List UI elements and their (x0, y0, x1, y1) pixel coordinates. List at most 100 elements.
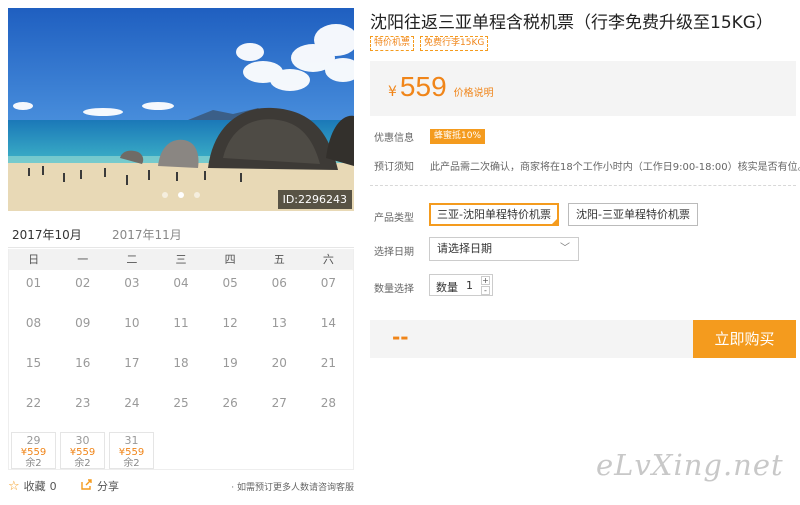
tab-month-oct[interactable]: 2017年10月 (8, 226, 86, 253)
notice-text: 此产品需二次确认，商家将在18个工作小时内（工作日9:00-18:00）核实是否… (430, 162, 800, 173)
calendar-day: 11 (173, 316, 189, 330)
price-explain-link[interactable]: 价格说明 (454, 84, 494, 99)
quantity-label: 数量选择 (374, 284, 414, 295)
calendar-day: 04 (173, 276, 189, 290)
calendar-day: 26 (222, 396, 238, 410)
available-date-31[interactable]: 31 ¥559 余2 (109, 432, 154, 469)
tag-free-baggage: 免费行李15KG (420, 36, 489, 51)
date-price: ¥559 (118, 447, 145, 458)
quantity-stepper[interactable]: 数量 1 + - (429, 274, 493, 296)
calendar-week: 08 09 10 11 12 13 14 (9, 310, 353, 350)
calendar-day: 24 (124, 396, 140, 410)
weekday-label: 三 (175, 253, 187, 266)
available-date-30[interactable]: 30 ¥559 余2 (60, 432, 105, 469)
date-price: ¥559 (69, 447, 96, 458)
calendar-day: 10 (124, 316, 140, 330)
product-type-option-selected[interactable]: 三亚-沈阳单程特价机票 (429, 203, 559, 226)
date-remaining: 余2 (74, 458, 91, 469)
section-divider (370, 185, 796, 186)
calendar-day: 02 (75, 276, 91, 290)
calendar-day: 13 (271, 316, 287, 330)
calendar-day: 23 (75, 396, 91, 410)
calendar-week-available: 29 ¥559 余2 30 ¥559 余2 31 ¥559 余2 (9, 430, 353, 470)
calendar-day: 03 (124, 276, 140, 290)
date-price: ¥559 (20, 447, 47, 458)
product-hero-image[interactable]: ID:2296243 (8, 8, 354, 211)
favorite-count: 0 (49, 479, 57, 493)
slide-dot-active[interactable] (178, 192, 184, 198)
weekday-label: 五 (273, 253, 285, 266)
price-value: 559 (399, 71, 447, 102)
star-icon: ☆ (8, 478, 20, 494)
slide-dot[interactable] (193, 192, 200, 198)
favorite-label: 收藏 (23, 480, 46, 493)
watermark: eLvXing.net (596, 448, 784, 482)
calendar-day: 15 (25, 356, 42, 370)
purchase-bar: -- 立即购买 (370, 320, 796, 358)
share-label: 分享 (97, 480, 119, 493)
date-number: 31 (124, 434, 139, 447)
calendar-day: 28 (320, 396, 337, 410)
buy-now-button[interactable]: 立即购买 (693, 320, 796, 358)
weekday-label: 二 (126, 253, 138, 266)
calendar-day: 19 (222, 356, 238, 370)
calendar-day: 17 (124, 356, 140, 370)
calendar-day: 06 (271, 276, 287, 290)
total-price: -- (392, 325, 409, 349)
tag-special-fare: 特价机票 (370, 36, 415, 51)
quantity-increment[interactable]: + (481, 276, 490, 285)
quantity-text: 数量 (436, 281, 458, 294)
beach-photo (8, 8, 354, 211)
quantity-decrement[interactable]: - (481, 286, 490, 295)
group-booking-note: · 如需预订更多人数请咨询客服 (231, 483, 354, 493)
calendar-day: 07 (320, 276, 337, 290)
calendar-day: 01 (25, 276, 42, 290)
promo-badge: 蜂蜜抵10% (430, 129, 486, 144)
notice-row: 预订须知 此产品需二次确认，商家将在18个工作小时内（工作日9:00-18:00… (374, 158, 800, 173)
promo-row: 优惠信息 蜂蜜抵10% (374, 129, 486, 144)
price-display: ¥ 559 价格说明 (388, 71, 494, 103)
share-icon (80, 478, 93, 494)
calendar-week: 15 16 17 18 19 20 21 (9, 350, 353, 390)
available-date-29[interactable]: 29 ¥559 余2 (11, 432, 56, 469)
social-actions: ☆ 收藏 0 分享 · 如需预订更多人数请咨询客服 (8, 478, 354, 496)
product-type-option[interactable]: 沈阳-三亚单程特价机票 (568, 203, 698, 226)
notice-label: 预订须知 (374, 162, 414, 173)
product-type-label: 产品类型 (374, 213, 414, 224)
calendar-day: 08 (25, 316, 42, 330)
weekday-label: 一 (77, 253, 89, 266)
weekday-label: 六 (322, 253, 334, 266)
weekday-label: 四 (224, 253, 236, 266)
promo-label: 优惠信息 (374, 133, 414, 144)
calendar-week: 22 23 24 25 26 27 28 (9, 390, 353, 430)
date-remaining: 余2 (123, 458, 140, 469)
date-calendar: 日 一 二 三 四 五 六 01 02 03 04 05 06 07 08 09… (8, 249, 354, 470)
weekday-header: 日 一 二 三 四 五 六 (9, 249, 353, 270)
product-tags: 特价机票 免费行李15KG (370, 36, 489, 51)
quantity-value[interactable]: 1 (466, 279, 473, 292)
calendar-day: 20 (271, 356, 287, 370)
share-button[interactable]: 分享 (80, 478, 119, 494)
calendar-day: 14 (320, 316, 337, 330)
weekday-label: 日 (28, 253, 40, 266)
calendar-day: 21 (320, 356, 337, 370)
currency-symbol: ¥ (388, 84, 397, 100)
calendar-day: 16 (75, 356, 91, 370)
date-number: 29 (26, 434, 41, 447)
calendar-day: 09 (75, 316, 91, 330)
page-title: 沈阳往返三亚单程含税机票（行李免费升级至15KG） (370, 13, 773, 33)
date-remaining: 余2 (25, 458, 42, 469)
calendar-day: 12 (222, 316, 238, 330)
calendar-day: 18 (173, 356, 189, 370)
price-panel: ¥ 559 价格说明 (370, 61, 796, 116)
slide-dot[interactable] (162, 192, 169, 198)
image-id-label: ID:2296243 (277, 190, 352, 209)
favorite-button[interactable]: ☆ 收藏 0 (8, 478, 57, 494)
month-tabs: 2017年10月 2017年11月 (8, 220, 354, 253)
calendar-day: 25 (173, 396, 189, 410)
date-select-placeholder: 请选择日期 (437, 242, 492, 255)
date-select[interactable]: 请选择日期 ﹀ (429, 237, 579, 261)
calendar-day: 05 (222, 276, 238, 290)
tab-month-nov[interactable]: 2017年11月 (112, 226, 182, 243)
date-number: 30 (75, 434, 90, 447)
